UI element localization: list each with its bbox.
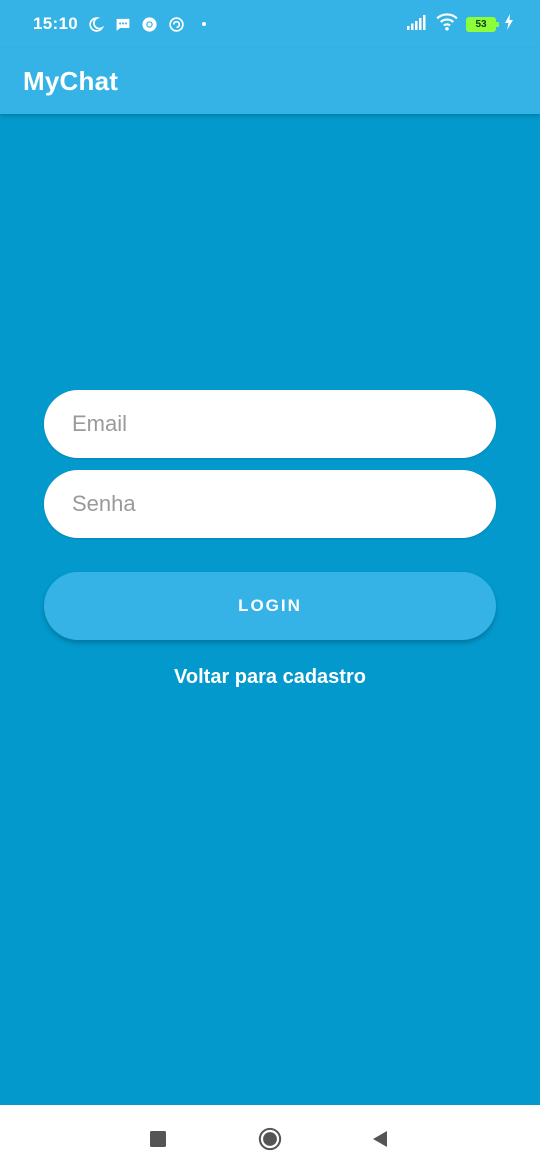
email-field[interactable] <box>44 390 496 458</box>
status-time: 15:10 <box>33 14 78 33</box>
charging-icon <box>504 13 514 35</box>
signal-icon <box>406 14 428 35</box>
vpn-icon <box>168 15 186 33</box>
screen: 15:10 53 MyChat Email LOGIN Voltar para … <box>0 0 540 1170</box>
password-field[interactable] <box>44 470 496 538</box>
message-icon <box>114 15 132 33</box>
chrome-icon <box>141 15 159 33</box>
moon-icon <box>87 15 105 33</box>
status-notification-icons <box>87 15 213 33</box>
navigation-bar <box>0 1105 540 1170</box>
login-button[interactable]: LOGIN <box>44 572 496 640</box>
app-bar: MyChat <box>0 48 540 114</box>
home-button[interactable] <box>258 1127 282 1151</box>
battery-level: 53 <box>468 18 494 30</box>
app-title: MyChat <box>23 65 119 96</box>
wifi-icon <box>436 12 458 36</box>
recent-apps-button[interactable] <box>146 1127 170 1151</box>
register-link[interactable]: Voltar para cadastro <box>0 666 540 689</box>
status-system-icons: 53 <box>406 12 514 36</box>
back-button[interactable] <box>368 1127 392 1151</box>
status-bar: 15:10 53 <box>0 0 540 48</box>
battery-icon: 53 <box>466 16 499 32</box>
dot-icon <box>195 15 213 33</box>
